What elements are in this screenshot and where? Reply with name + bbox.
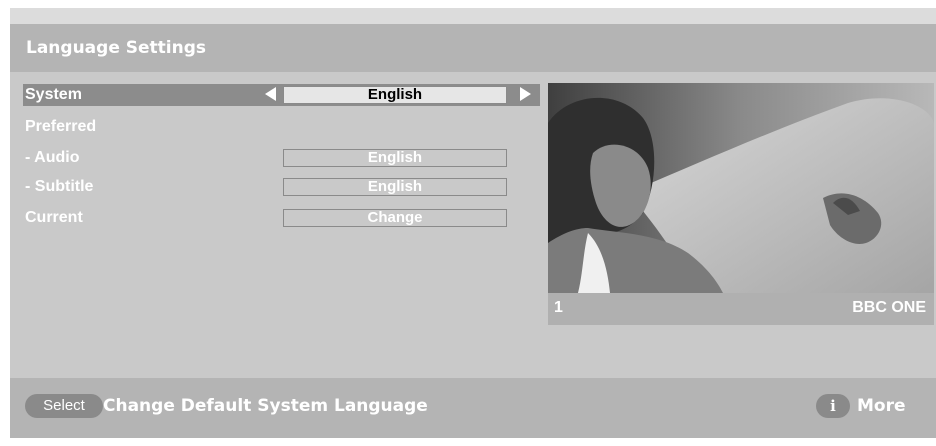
channel-info-bar: 1 BBC ONE <box>548 293 934 325</box>
system-language-row[interactable]: System English <box>23 84 540 106</box>
arrow-right-icon[interactable] <box>520 87 531 101</box>
system-label: System <box>25 86 82 103</box>
select-button[interactable]: Select <box>25 394 103 418</box>
info-icon[interactable]: i <box>816 394 850 418</box>
audio-language-row[interactable]: - Audio English <box>23 147 540 169</box>
channel-name: BBC ONE <box>852 299 926 316</box>
current-label: Current <box>25 209 83 226</box>
system-language-field[interactable]: English <box>283 86 507 104</box>
tv-menu-screen: Language Settings System English Preferr… <box>0 0 936 446</box>
subtitle-language-field[interactable]: English <box>283 178 507 196</box>
audio-language-field[interactable]: English <box>283 149 507 167</box>
subtitle-language-row[interactable]: - Subtitle English <box>23 176 540 198</box>
page-title: Language Settings <box>10 24 936 72</box>
channel-number: 1 <box>554 299 563 316</box>
arrow-left-icon[interactable] <box>265 87 276 101</box>
settings-panel: System English Preferred - Audio English… <box>10 72 936 378</box>
current-language-row[interactable]: Current Change <box>23 207 540 229</box>
more-label: More <box>857 396 906 416</box>
preferred-label: Preferred <box>25 118 97 135</box>
footer-bar: Select Change Default System Language i … <box>10 378 936 438</box>
select-hint-text: Change Default System Language <box>103 396 428 416</box>
audio-label: - Audio <box>25 149 80 166</box>
change-button[interactable]: Change <box>283 209 507 227</box>
subtitle-label: - Subtitle <box>25 178 94 195</box>
preview-photo <box>548 83 934 293</box>
preferred-row: Preferred <box>23 116 540 138</box>
top-strip <box>10 8 936 24</box>
tv-preview-image <box>548 83 934 293</box>
